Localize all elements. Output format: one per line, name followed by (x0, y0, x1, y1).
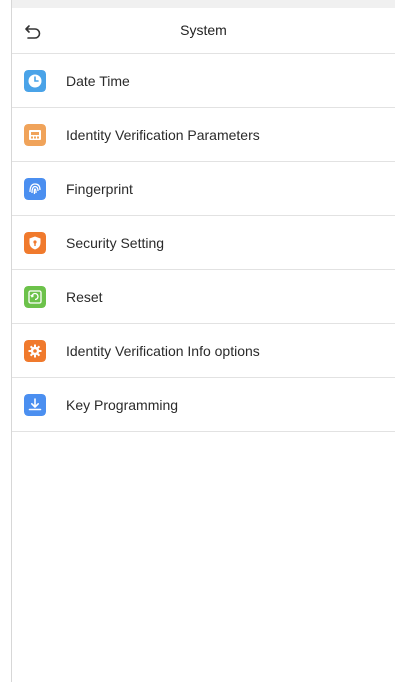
menu-item-label: Key Programming (66, 397, 179, 413)
download-icon (24, 394, 46, 416)
menu-item-label: Identity Verification Parameters (66, 127, 260, 143)
reset-icon (24, 286, 46, 308)
gear-icon (24, 340, 46, 362)
shield-icon (24, 232, 46, 254)
system-screen: System Date Time Identity Verification P… (0, 0, 395, 682)
menu-item-label: Identity Verification Info options (66, 343, 260, 359)
menu-item-security-setting[interactable]: Security Setting (12, 216, 395, 270)
settings-list: Date Time Identity Verification Paramete… (12, 54, 395, 432)
menu-item-label: Security Setting (66, 235, 165, 251)
menu-item-fingerprint[interactable]: Fingerprint (12, 162, 395, 216)
menu-item-key-programming[interactable]: Key Programming (12, 378, 395, 432)
status-bar (12, 0, 395, 8)
terminal-icon (24, 124, 46, 146)
page-title: System (180, 22, 227, 38)
menu-item-label: Reset (66, 289, 103, 305)
menu-item-identity-verification-parameters[interactable]: Identity Verification Parameters (12, 108, 395, 162)
menu-item-date-time[interactable]: Date Time (12, 54, 395, 108)
fingerprint-icon (24, 178, 46, 200)
menu-item-label: Date Time (66, 73, 130, 89)
menu-item-label: Fingerprint (66, 181, 133, 197)
clock-icon (24, 70, 46, 92)
menu-item-reset[interactable]: Reset (12, 270, 395, 324)
header-bar: System (12, 8, 395, 54)
menu-item-identity-verification-info-options[interactable]: Identity Verification Info options (12, 324, 395, 378)
